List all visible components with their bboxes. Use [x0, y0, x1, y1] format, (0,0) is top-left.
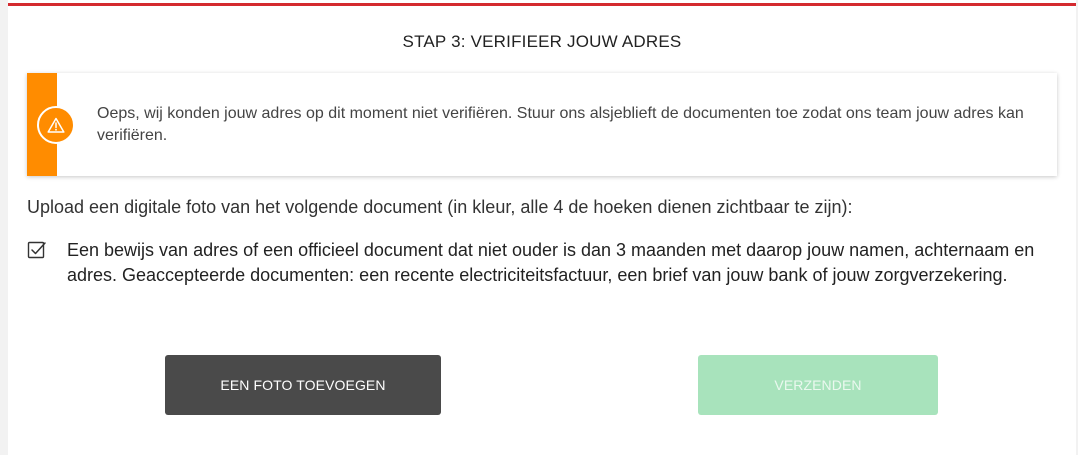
- step-title: STAP 3: VERIFIEER JOUW ADRES: [402, 32, 682, 51]
- warning-icon: [37, 106, 75, 144]
- warning-alert: Oeps, wij konden jouw adres op dit momen…: [27, 73, 1057, 176]
- checkbox-checked-icon: [27, 241, 46, 259]
- requirement-text: Een bewijs van adres of een officieel do…: [67, 240, 1035, 285]
- submit-button[interactable]: VERZENDEN: [698, 355, 938, 415]
- top-accent-bar: [8, 3, 1076, 6]
- verification-card: STAP 3: VERIFIEER JOUW ADRES Oeps, wij k…: [8, 0, 1076, 455]
- alert-message: Oeps, wij konden jouw adres op dit momen…: [97, 105, 1024, 144]
- add-photo-button[interactable]: EEN FOTO TOEVOEGEN: [165, 355, 441, 415]
- upload-instruction: Upload een digitale foto van het volgend…: [27, 197, 853, 217]
